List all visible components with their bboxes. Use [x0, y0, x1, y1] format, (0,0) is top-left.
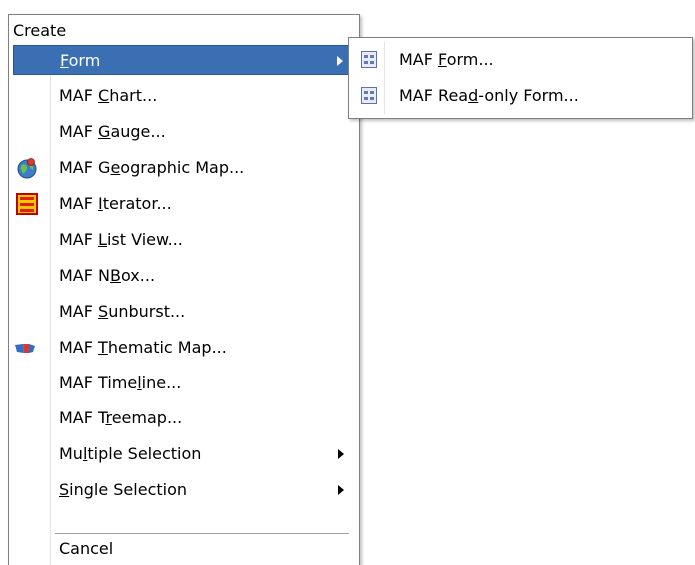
menu-item-form[interactable]: Form	[13, 45, 357, 75]
globe-icon	[17, 158, 37, 179]
menu-item-label: MAF Chart...	[59, 86, 158, 105]
iterator-icon	[16, 193, 38, 215]
submenu-arrow-icon	[338, 485, 344, 495]
menu-item-label: MAF Geographic Map...	[59, 158, 245, 177]
form-icon	[361, 87, 377, 104]
menu-item-maf-iterator[interactable]: MAF Iterator...	[13, 189, 357, 219]
menu-item-label: Single Selection	[59, 480, 188, 499]
menu-item-label: MAF Treemap...	[59, 408, 183, 427]
menu-item-maf-sunburst[interactable]: MAF Sunburst...	[13, 297, 357, 327]
menu-item-maf-gauge[interactable]: MAF Gauge...	[13, 117, 357, 147]
menu-item-label: MAF List View...	[59, 230, 183, 249]
menu-item-label: Multiple Selection	[59, 444, 202, 463]
menu-item-label: MAF Thematic Map...	[59, 338, 227, 357]
menu-item-cancel[interactable]: Cancel	[13, 534, 357, 564]
submenu-item-label: MAF Form...	[399, 50, 494, 69]
menu-item-label: MAF Iterator...	[59, 194, 172, 213]
menu-item-single-selection[interactable]: Single Selection	[13, 475, 357, 505]
menu-item-maf-thematic-map[interactable]: MAF Thematic Map...	[13, 333, 357, 363]
form-submenu: MAF Form... MAF Read-only Form...	[348, 37, 693, 119]
create-context-menu: Create Form MAF Chart... MAF Gauge... MA…	[8, 14, 360, 565]
menu-item-label: MAF Gauge...	[59, 122, 166, 141]
menu-item-maf-geographic-map[interactable]: MAF Geographic Map...	[13, 153, 357, 183]
form-icon	[361, 51, 377, 68]
menu-item-maf-list-view[interactable]: MAF List View...	[13, 225, 357, 255]
menu-item-label: Form	[60, 51, 101, 70]
submenu-item-maf-read-only-form[interactable]: MAF Read-only Form...	[353, 81, 688, 111]
menu-item-label: MAF Timeline...	[59, 373, 182, 392]
thematic-map-icon	[15, 344, 35, 353]
submenu-arrow-icon	[337, 56, 343, 66]
menu-item-label: MAF Sunburst...	[59, 302, 186, 321]
submenu-item-label: MAF Read-only Form...	[399, 86, 579, 105]
menu-item-multiple-selection[interactable]: Multiple Selection	[13, 439, 357, 469]
menu-item-maf-timeline[interactable]: MAF Timeline...	[13, 368, 357, 398]
menu-item-maf-treemap[interactable]: MAF Treemap...	[13, 403, 357, 433]
menu-header: Create	[13, 21, 67, 40]
menu-item-maf-chart[interactable]: MAF Chart...	[13, 81, 357, 111]
menu-item-maf-nbox[interactable]: MAF NBox...	[13, 261, 357, 291]
submenu-arrow-icon	[338, 449, 344, 459]
submenu-item-maf-form[interactable]: MAF Form...	[353, 45, 688, 75]
menu-item-label: MAF NBox...	[59, 266, 156, 285]
menu-item-label: Cancel	[59, 539, 114, 558]
